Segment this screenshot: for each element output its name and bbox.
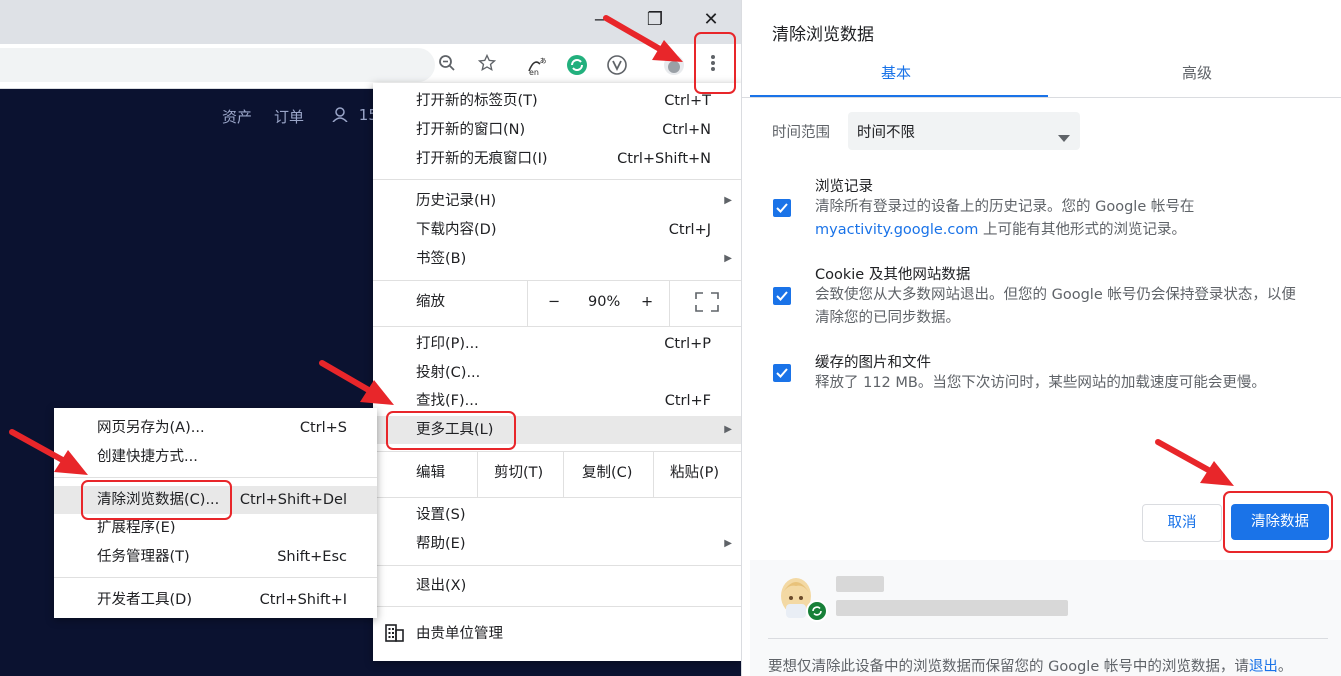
highlight-clear-data xyxy=(81,480,232,520)
menu-divider xyxy=(54,577,377,578)
tab-divider xyxy=(742,97,1341,98)
sync-badge-icon xyxy=(806,600,828,622)
menu-new-tab[interactable]: 打开新的标签页(T) Ctrl+T xyxy=(373,87,741,115)
submenu-arrow-icon: ▶ xyxy=(724,195,732,206)
highlight-clear-button xyxy=(1223,491,1333,553)
fullscreen-icon[interactable] xyxy=(695,292,719,322)
profile-avatar-icon[interactable] xyxy=(662,54,686,78)
zoom-out-icon[interactable] xyxy=(435,54,459,78)
menu-divider xyxy=(563,451,564,497)
clear-browsing-data-dialog: 清除浏览数据 基本 高级 时间范围 时间不限 浏览记录 清除所有登录过的设备上的… xyxy=(741,0,1341,676)
svg-text:en: en xyxy=(529,68,539,76)
menu-dev-tools[interactable]: 开发者工具(D) Ctrl+Shift+I xyxy=(54,586,377,614)
cookies-title: Cookie 及其他网站数据 xyxy=(815,267,971,283)
arrow-to-clear-button xyxy=(1155,439,1234,486)
bookmark-star-icon[interactable] xyxy=(475,53,499,78)
cookies-description: 会致使您从大多数网站退出。但您的 Google 帐号仍会保持登录状态，以便 清除您… xyxy=(815,287,1296,326)
menu-divider xyxy=(373,497,741,498)
tab-basic[interactable]: 基本 xyxy=(881,62,911,83)
vpn-extension-icon[interactable] xyxy=(605,54,629,78)
history-description: 清除所有登录过的设备上的历史记录。您的 Google 帐号在 myactivit… xyxy=(815,199,1195,238)
zoom-out-button[interactable]: − xyxy=(548,288,560,316)
svg-text:ぁ: ぁ xyxy=(539,56,547,65)
menu-divider xyxy=(669,280,670,326)
highlight-more-tools xyxy=(386,411,516,450)
user-icon xyxy=(332,107,348,123)
account-footer: 要想仅清除此设备中的浏览数据而保留您的 Google 帐号中的浏览数据，请退出。 xyxy=(750,560,1341,676)
myactivity-link[interactable]: myactivity.google.com xyxy=(815,222,978,238)
menu-divider xyxy=(373,280,741,281)
submenu-arrow-icon: ▶ xyxy=(724,253,732,264)
menu-divider xyxy=(477,451,478,497)
menu-divider xyxy=(373,451,741,452)
paste-button[interactable]: 粘贴(P) xyxy=(670,459,719,487)
menu-exit[interactable]: 退出(X) xyxy=(373,572,741,600)
menu-divider xyxy=(373,565,741,566)
menu-bookmarks[interactable]: 书签(B) ▶ xyxy=(373,245,741,273)
menu-print[interactable]: 打印(P)... Ctrl+P xyxy=(373,330,741,358)
cache-description: 释放了 112 MB。当您下次访问时，某些网站的加载速度可能会更慢。 xyxy=(815,375,1266,391)
close-window-button[interactable]: ✕ xyxy=(696,8,726,32)
cache-checkbox[interactable] xyxy=(773,364,791,382)
menu-divider xyxy=(653,451,654,497)
submenu-arrow-icon: ▶ xyxy=(724,538,732,549)
tab-advanced[interactable]: 高级 xyxy=(1182,62,1212,83)
menu-downloads[interactable]: 下载内容(D) Ctrl+J xyxy=(373,216,741,244)
menu-new-window[interactable]: 打开新的窗口(N) Ctrl+N xyxy=(373,116,741,144)
menu-new-incognito[interactable]: 打开新的无痕窗口(I) Ctrl+Shift+N xyxy=(373,145,741,173)
history-checkbox[interactable] xyxy=(773,199,791,217)
menu-task-manager[interactable]: 任务管理器(T) Shift+Esc xyxy=(54,543,377,571)
copy-button[interactable]: 复制(C) xyxy=(582,459,632,487)
site-nav-user[interactable]: 15 xyxy=(332,106,378,124)
menu-help[interactable]: 帮助(E) ▶ xyxy=(373,530,741,558)
zoom-in-button[interactable]: + xyxy=(641,288,653,316)
submenu-arrow-icon: ▶ xyxy=(724,424,732,435)
menu-history[interactable]: 历史记录(H) ▶ xyxy=(373,187,741,215)
menu-divider xyxy=(54,477,377,478)
menu-edit-row: 编辑 剪切(T) 复制(C) 粘贴(P) xyxy=(373,459,741,487)
menu-save-page[interactable]: 网页另存为(A)... Ctrl+S xyxy=(54,414,377,442)
menu-zoom-row: 缩放 − 90% + xyxy=(373,288,741,316)
menu-divider xyxy=(373,606,741,607)
address-bar[interactable] xyxy=(0,48,435,82)
highlight-menu-button xyxy=(694,32,736,94)
footer-divider xyxy=(768,638,1328,639)
site-nav-orders[interactable]: 订单 xyxy=(274,106,304,127)
dropdown-arrow-icon xyxy=(1058,127,1070,146)
menu-managed[interactable]: 由贵单位管理 xyxy=(373,620,741,648)
browser-window: — ❐ ✕ en ぁ 资产 订单 15 打开新的标签页(T) Ctrl+T 打开… xyxy=(0,0,741,676)
footer-signout-text: 要想仅清除此设备中的浏览数据而保留您的 Google 帐号中的浏览数据，请退出。 xyxy=(768,659,1293,675)
menu-divider xyxy=(373,326,741,327)
cut-button[interactable]: 剪切(T) xyxy=(494,459,543,487)
site-nav-assets[interactable]: 资产 xyxy=(222,106,252,127)
dialog-title: 清除浏览数据 xyxy=(772,25,874,45)
building-icon xyxy=(385,624,404,652)
cancel-button[interactable]: 取消 xyxy=(1142,504,1222,542)
translate-extension-icon[interactable]: en ぁ xyxy=(525,54,549,78)
title-bar: — ❐ ✕ xyxy=(0,0,741,44)
time-range-select[interactable]: 时间不限 xyxy=(848,112,1080,150)
menu-divider xyxy=(373,179,741,180)
cookies-checkbox[interactable] xyxy=(773,287,791,305)
zoom-level: 90% xyxy=(588,294,621,310)
account-name-redacted xyxy=(836,576,884,592)
menu-settings[interactable]: 设置(S) xyxy=(373,501,741,529)
menu-divider xyxy=(527,280,528,326)
cache-title: 缓存的图片和文件 xyxy=(815,355,931,371)
minimize-button[interactable]: — xyxy=(588,8,618,32)
sign-out-link[interactable]: 退出 xyxy=(1249,659,1278,675)
menu-cast[interactable]: 投射(C)... xyxy=(373,359,741,387)
history-title: 浏览记录 xyxy=(815,179,873,195)
chrome-main-menu: 打开新的标签页(T) Ctrl+T 打开新的窗口(N) Ctrl+N 打开新的无痕窗… xyxy=(373,83,741,661)
sync-extension-icon[interactable] xyxy=(565,54,589,78)
account-email-redacted xyxy=(836,600,1068,616)
menu-create-shortcut[interactable]: 创建快捷方式... xyxy=(54,443,377,471)
restore-button[interactable]: ❐ xyxy=(640,8,670,32)
time-range-label: 时间范围 xyxy=(772,125,830,141)
